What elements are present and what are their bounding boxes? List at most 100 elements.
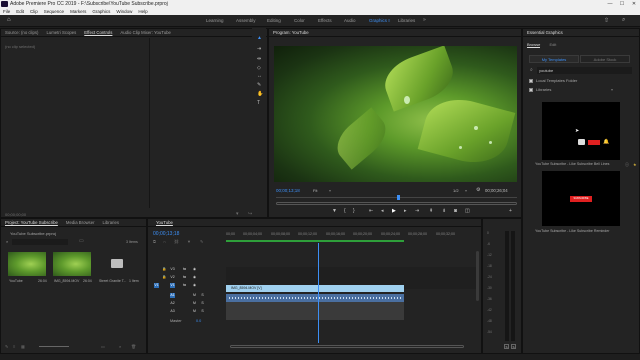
filter-icon[interactable]: ▾ [236, 211, 239, 217]
clear-icon[interactable]: 🗑 [131, 344, 136, 349]
workspace-color[interactable]: Color [294, 18, 305, 23]
master-volume[interactable]: 0.0 [196, 319, 201, 323]
type-tool-icon[interactable]: T [257, 101, 260, 106]
icon-view-icon[interactable]: ▦ [21, 344, 25, 349]
resolution-select[interactable]: 1/2 [453, 188, 459, 193]
lift-icon[interactable]: ⇞ [429, 209, 433, 214]
timeline-playhead[interactable] [318, 243, 319, 343]
workspace-learning[interactable]: Learning [206, 18, 224, 23]
solo-button[interactable]: S [200, 301, 205, 306]
resolution-dropdown-icon[interactable]: ▾ [465, 188, 467, 193]
local-folder-checkbox[interactable] [529, 79, 533, 83]
track-target-label[interactable]: A2 [170, 301, 175, 306]
thumbnail-size-slider[interactable] [39, 346, 69, 347]
linked-selection-icon[interactable]: ⛓ [174, 239, 179, 244]
template-thumb-1[interactable]: ➤ 🔔 [542, 102, 620, 160]
workspace-audio[interactable]: Audio [344, 18, 356, 23]
track-select-tool-icon[interactable]: ⇥ [257, 47, 261, 52]
zoom-fit-select[interactable]: Fit [313, 188, 317, 193]
tab-effect-controls[interactable]: Effect Controls [84, 29, 112, 36]
add-marker-icon[interactable]: ▼ [332, 209, 337, 214]
track-target-label[interactable]: A3 [170, 309, 175, 314]
track-target-label[interactable]: V1 [170, 283, 175, 288]
eye-icon[interactable]: ◉ [192, 283, 197, 288]
tab-adobe-stock[interactable]: Adobe Stock [580, 55, 630, 63]
pen-tool-icon[interactable]: ✎ [257, 83, 261, 88]
menu-graphics[interactable]: Graphics [92, 8, 110, 15]
tab-lumetri-scopes[interactable]: Lumetri Scopes [46, 29, 76, 36]
nest-icon[interactable]: ⧉ [153, 239, 156, 244]
new-bin-icon[interactable]: ▭ [79, 238, 84, 244]
timeline-scrollbar[interactable] [230, 345, 464, 348]
tab-browse[interactable]: Browse [527, 42, 541, 48]
solo-button[interactable]: S [200, 309, 205, 314]
find-icon[interactable]: ⌕ [119, 344, 121, 349]
project-item-thumbnail[interactable] [8, 252, 46, 276]
razor-tool-icon[interactable]: ◇ [257, 66, 261, 71]
workspace-assembly[interactable]: Assembly [236, 18, 256, 23]
tab-audio-clip-mixer[interactable]: Audio Clip Mixer: YouTube [120, 29, 170, 36]
mute-button[interactable]: M [192, 309, 197, 314]
step-back-icon[interactable]: ◂ [381, 209, 384, 214]
go-to-out-icon[interactable]: ⇥ [415, 209, 419, 214]
libraries-checkbox[interactable] [529, 88, 533, 92]
vertical-scrollbar[interactable] [476, 251, 479, 301]
menu-sequence[interactable]: Sequence [44, 8, 64, 15]
selection-tool-icon[interactable]: ▲ [257, 36, 262, 41]
program-video-frame[interactable] [274, 46, 517, 182]
clip-v1[interactable]: IMG_8594.MOV [V] [226, 285, 404, 292]
solo-left-button[interactable]: S [504, 344, 509, 349]
quick-export-icon[interactable]: ⇧ [604, 17, 609, 24]
lock-icon[interactable]: 🔒 [162, 275, 167, 280]
template-thumb-2[interactable]: SUBSCRIBE [542, 171, 620, 226]
timeline-settings-icon[interactable]: ✎ [200, 239, 203, 244]
go-to-in-icon[interactable]: ⇤ [369, 209, 373, 214]
workspace-effects[interactable]: Effects [318, 18, 332, 23]
program-timecode[interactable]: 00;00;13;18 [276, 188, 300, 193]
timeline-ruler[interactable]: 00;00 00;00;04;00 00;00;08;00 00;00;12;0… [226, 232, 476, 243]
mark-out-icon[interactable]: } [353, 209, 355, 214]
workspace-menu-icon[interactable]: ≡ [388, 18, 390, 23]
program-title[interactable]: Program: YouTube [273, 29, 309, 36]
program-playhead[interactable] [397, 195, 400, 200]
menu-edit[interactable]: Edit [16, 8, 24, 15]
close-button[interactable]: ✕ [629, 0, 639, 8]
hand-tool-icon[interactable]: ✋ [257, 92, 263, 97]
play-icon[interactable]: ▶ [392, 209, 396, 214]
mute-button[interactable]: M [192, 301, 197, 306]
track-target-label[interactable]: A1 [170, 293, 175, 298]
fit-dropdown-icon[interactable]: ▾ [329, 188, 331, 193]
project-search-input[interactable] [12, 239, 68, 245]
tab-libraries[interactable]: Libraries [103, 219, 119, 226]
track-target-label[interactable]: V3 [170, 267, 175, 272]
libraries-dropdown-icon[interactable]: ▾ [611, 87, 613, 92]
new-item-icon[interactable]: ▭ [101, 344, 105, 349]
menu-help[interactable]: Help [138, 8, 147, 15]
minimize-button[interactable]: — [605, 0, 615, 8]
extract-icon[interactable]: ⇟ [442, 209, 446, 214]
export-icon[interactable]: ↪ [248, 211, 252, 217]
eye-icon[interactable]: ◉ [192, 275, 197, 280]
search-icon[interactable]: ⌕ [622, 17, 625, 24]
tab-media-browser[interactable]: Media Browser [66, 219, 95, 226]
track-target-label[interactable]: V2 [170, 275, 175, 280]
template-info-icon[interactable]: ⓘ [625, 162, 629, 168]
mark-in-icon[interactable]: { [344, 209, 346, 214]
export-frame-icon[interactable]: ◙ [454, 209, 457, 214]
settings-wrench-icon[interactable]: ⚙ [476, 187, 480, 193]
write-protect-icon[interactable]: ✎ [5, 344, 8, 349]
add-marker-icon[interactable]: ▼ [187, 239, 191, 244]
solo-button[interactable]: S [200, 293, 205, 298]
timeline-timecode[interactable]: 00;00;13;18 [153, 231, 179, 237]
tracks-area[interactable]: IMG_8594.MOV [V] [226, 243, 476, 343]
comparison-view-icon[interactable]: ◫ [465, 209, 470, 214]
folder-icon[interactable] [111, 259, 123, 268]
menu-markers[interactable]: Markers [70, 8, 86, 15]
workspace-libraries[interactable]: Libraries [398, 18, 415, 23]
snap-icon[interactable]: ∩ [163, 239, 166, 244]
sync-lock-icon[interactable]: ⇆ [182, 283, 187, 288]
list-view-icon[interactable]: ≡ [13, 344, 15, 349]
solo-right-button[interactable]: S [511, 344, 516, 349]
step-forward-icon[interactable]: ▸ [404, 209, 407, 214]
tab-sequence-youtube[interactable]: YouTube [152, 219, 173, 226]
